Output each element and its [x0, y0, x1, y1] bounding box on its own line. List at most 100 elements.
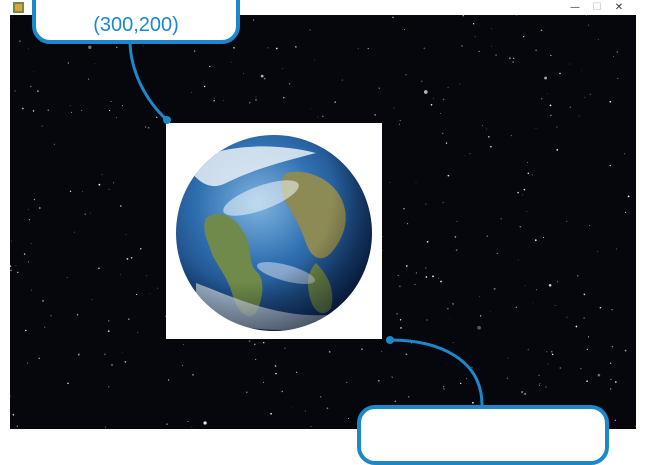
- star: [310, 29, 311, 30]
- star: [128, 318, 130, 320]
- star: [28, 49, 29, 50]
- star: [70, 191, 71, 192]
- star: [423, 48, 425, 50]
- star: [92, 299, 93, 300]
- star: [406, 353, 408, 355]
- star: [610, 165, 611, 166]
- star: [426, 276, 428, 278]
- star: [256, 97, 257, 98]
- star: [209, 66, 210, 67]
- star: [552, 354, 554, 356]
- star: [443, 202, 444, 203]
- star: [610, 379, 612, 381]
- star: [585, 97, 586, 98]
- star: [580, 368, 581, 369]
- star: [469, 153, 470, 154]
- star: [576, 326, 578, 328]
- star: [555, 305, 556, 306]
- star: [449, 318, 450, 319]
- minimize-button[interactable]: —: [566, 1, 584, 14]
- star: [508, 358, 509, 359]
- star: [41, 125, 42, 126]
- star: [598, 39, 599, 40]
- star: [310, 426, 311, 427]
- star: [267, 47, 268, 48]
- close-button[interactable]: ✕: [610, 1, 628, 14]
- star: [457, 221, 458, 222]
- star: [426, 319, 427, 320]
- star: [400, 327, 402, 329]
- maximize-button[interactable]: ☐: [588, 1, 606, 14]
- star: [447, 308, 449, 310]
- star: [111, 101, 112, 102]
- star: [34, 193, 35, 194]
- star: [381, 351, 382, 352]
- game-canvas[interactable]: [10, 15, 636, 429]
- star: [145, 126, 146, 127]
- star: [470, 371, 471, 372]
- star: [214, 100, 215, 101]
- star: [613, 56, 614, 57]
- star: [156, 117, 157, 118]
- star: [556, 126, 557, 127]
- star: [551, 351, 552, 352]
- app-icon: [13, 2, 24, 13]
- star: [500, 218, 501, 219]
- star: [517, 192, 519, 194]
- star: [168, 379, 169, 380]
- star: [452, 303, 453, 304]
- star: [625, 212, 626, 213]
- star: [379, 88, 380, 89]
- star: [67, 277, 68, 278]
- star: [33, 71, 34, 72]
- star: [78, 353, 79, 354]
- star: [295, 46, 296, 47]
- star: [15, 265, 16, 266]
- earth-sprite[interactable]: [166, 123, 382, 339]
- star: [12, 17, 13, 18]
- star: [557, 281, 558, 282]
- star: [581, 70, 582, 71]
- star: [586, 15, 587, 16]
- star: [540, 383, 541, 384]
- star: [283, 97, 284, 98]
- star: [547, 93, 548, 94]
- star: [77, 314, 78, 315]
- star: [456, 249, 458, 251]
- star: [157, 288, 158, 289]
- star: [270, 413, 272, 415]
- star: [589, 225, 590, 226]
- star: [136, 294, 137, 295]
- star: [545, 386, 546, 387]
- star: [610, 388, 611, 389]
- star: [183, 344, 184, 345]
- star: [480, 315, 481, 316]
- star: [516, 307, 517, 308]
- star: [392, 377, 393, 378]
- star: [254, 344, 255, 345]
- star: [520, 226, 521, 227]
- star: [320, 396, 322, 398]
- star: [255, 359, 256, 360]
- star: [525, 285, 526, 286]
- star: [548, 364, 549, 365]
- star: [122, 105, 123, 106]
- star: [486, 129, 487, 130]
- star: [536, 128, 537, 129]
- star: [487, 236, 488, 237]
- star: [10, 265, 11, 267]
- star: [137, 332, 138, 333]
- star: [276, 48, 278, 50]
- star: [438, 278, 439, 279]
- star: [509, 57, 511, 59]
- star: [90, 213, 91, 214]
- star: [536, 289, 537, 290]
- star: [281, 391, 282, 392]
- star: [421, 81, 423, 83]
- star: [253, 20, 254, 21]
- star: [243, 73, 244, 74]
- star: [116, 117, 117, 118]
- star: [125, 361, 127, 363]
- star: [464, 155, 465, 156]
- star: [427, 241, 429, 243]
